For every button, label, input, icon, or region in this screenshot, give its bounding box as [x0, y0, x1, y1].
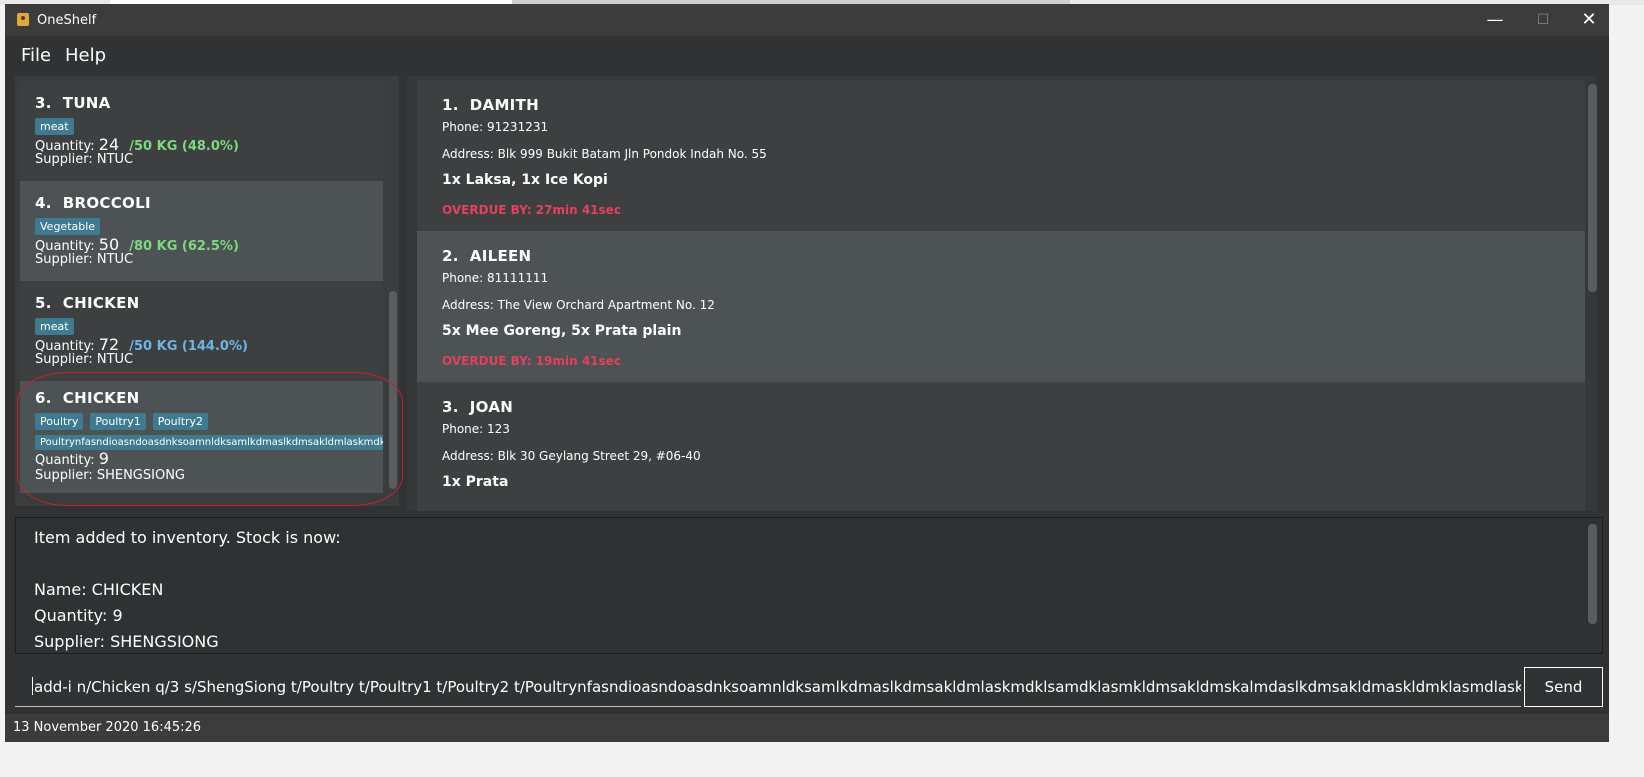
item-tags: meat [35, 115, 81, 135]
inventory-item[interactable]: 6. CHICKEN Poultry Poultry1 Poultry2 Poult… [20, 381, 383, 493]
delivery-address: Address: Blk 999 Bukit Batam Jln Pondok … [442, 147, 767, 161]
window-title: OneShelf [37, 13, 97, 28]
delivery-item[interactable]: 1. DAMITH Phone: 91231231 Address: Blk 9… [417, 80, 1585, 238]
item-supplier: Supplier: SHENGSIONG [35, 468, 186, 483]
minimize-button[interactable]: — [1473, 8, 1517, 32]
tag: Poultrynfasndioasndoasdnksoamnldksamlkdm… [35, 435, 383, 450]
item-supplier: Supplier: NTUC [35, 252, 134, 267]
tag: Poultry [35, 413, 84, 430]
command-text: add-i n/Chicken q/3 s/ShengSiong t/Poult… [34, 678, 1521, 696]
item-name: 3. TUNA [35, 94, 111, 112]
delivery-address: Address: The View Orchard Apartment No. … [442, 298, 715, 312]
item-tags: Poultry Poultry1 Poultry2 [35, 410, 215, 430]
result-line: Name: CHICKEN [34, 580, 164, 599]
menu-bar: File Help [5, 36, 1609, 74]
inventory-list[interactable]: 3. TUNA meat Quantity: 24 /50 KG (48.0%)… [15, 76, 399, 506]
delivery-phone: Phone: 91231231 [442, 120, 549, 134]
result-line: Quantity: 9 [34, 606, 123, 625]
title-bar: OneShelf — ☐ ✕ [5, 4, 1609, 36]
delivery-name: 3. JOAN [442, 398, 514, 416]
menu-file[interactable]: File [21, 45, 51, 66]
delivery-items: 5x Mee Goreng, 5x Prata plain [442, 323, 682, 339]
item-max-capacity: /50 KG (48.0%) [129, 139, 239, 154]
maximize-button[interactable]: ☐ [1521, 8, 1565, 32]
inventory-scrollbar[interactable] [389, 291, 397, 489]
delivery-phone: Phone: 81111111 [442, 271, 549, 285]
inventory-item[interactable]: 5. CHICKEN meat Quantity: 72 /50 KG (144… [20, 281, 383, 381]
delivery-item[interactable]: 3. JOAN Phone: 123 Address: Blk 30 Geyla… [417, 382, 1585, 511]
tag: Poultry1 [90, 413, 146, 430]
delivery-name: 2. AILEEN [442, 247, 532, 265]
item-name: 4. BROCCOLI [35, 194, 151, 212]
result-line: Supplier: SHENGSIONG [34, 632, 219, 651]
tag: meat [35, 318, 74, 335]
result-scrollbar[interactable] [1588, 524, 1597, 624]
result-line: Item added to inventory. Stock is now: [34, 528, 341, 547]
item-name: 6. CHICKEN [35, 389, 140, 407]
text-caret [32, 677, 33, 695]
delivery-overdue: OVERDUE BY: 27min 41sec [442, 203, 621, 217]
item-max-capacity: /50 KG (144.0%) [129, 339, 248, 354]
menu-help[interactable]: Help [65, 45, 106, 66]
inventory-item[interactable]: 4. BROCCOLI Vegetable Quantity: 50 /80 K… [20, 181, 383, 281]
status-datetime: 13 November 2020 16:45:26 [13, 720, 202, 735]
tag: Vegetable [35, 218, 101, 235]
item-tags: meat [35, 315, 81, 335]
delivery-phone: Phone: 123 [442, 422, 510, 436]
delivery-items: 1x Laksa, 1x Ice Kopi [442, 172, 608, 188]
item-max-capacity: /80 KG (62.5%) [129, 239, 239, 254]
delivery-address: Address: Blk 30 Geylang Street 29, #06-4… [442, 449, 701, 463]
delivery-overdue: OVERDUE BY: 19min 41sec [442, 354, 621, 368]
item-name: 5. CHICKEN [35, 294, 140, 312]
item-supplier: Supplier: NTUC [35, 152, 134, 167]
app-icon [17, 13, 29, 26]
app-window: OneShelf — ☐ ✕ File Help 3. TUNA meat Qu… [5, 4, 1609, 742]
item-supplier: Supplier: NTUC [35, 352, 134, 367]
command-input[interactable]: add-i n/Chicken q/3 s/ShengSiong t/Poult… [15, 667, 1521, 707]
status-bar: 13 November 2020 16:45:26 [5, 714, 1609, 742]
delivery-items: 1x Prata [442, 474, 509, 490]
delivery-name: 1. DAMITH [442, 96, 539, 114]
tag: meat [35, 118, 74, 135]
close-button[interactable]: ✕ [1567, 8, 1609, 32]
item-tags: Vegetable [35, 215, 107, 235]
item-tags: Poultrynfasndioasndoasdnksoamnldksamlkdm… [35, 430, 383, 450]
delivery-item[interactable]: 2. AILEEN Phone: 81111111 Address: The V… [417, 231, 1585, 389]
result-display[interactable]: Item added to inventory. Stock is now: N… [15, 517, 1603, 654]
result-line [34, 551, 1602, 577]
inventory-item[interactable]: 3. TUNA meat Quantity: 24 /50 KG (48.0%)… [20, 81, 383, 181]
delivery-list[interactable]: 1. DAMITH Phone: 91231231 Address: Blk 9… [407, 76, 1597, 511]
delivery-scrollbar[interactable] [1588, 84, 1597, 292]
item-quantity: Quantity: 9 [35, 449, 109, 468]
send-button[interactable]: Send [1524, 667, 1603, 707]
tag: Poultry2 [152, 413, 209, 430]
